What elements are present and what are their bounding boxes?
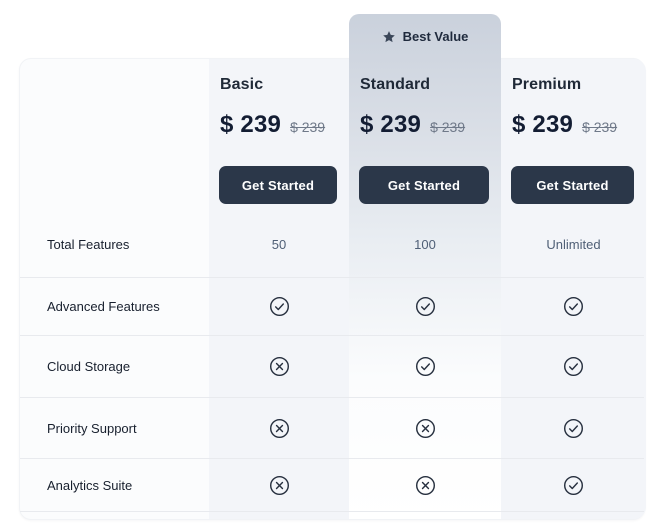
feature-value-standard: 100 [349, 237, 501, 252]
plan-name: Premium [512, 76, 581, 94]
get-started-button-standard[interactable]: Get Started [359, 166, 489, 204]
cross-circle-icon [269, 418, 290, 439]
plan-name: Basic [220, 76, 263, 94]
cross-circle-icon [269, 475, 290, 496]
plan-header-premium: Premium $ 239 $ 239 Get Started [501, 59, 646, 211]
feature-row-total-features: Total Features 50 100 Unlimited [20, 211, 644, 278]
best-value-badge: Best Value [349, 14, 501, 59]
check-circle-icon [415, 296, 436, 317]
plan-old-price: $ 239 [290, 119, 325, 135]
plan-price: $ 239 [220, 111, 281, 139]
plan-name: Standard [360, 76, 430, 94]
get-started-button-premium[interactable]: Get Started [511, 166, 634, 204]
check-circle-icon [563, 356, 584, 377]
plan-header-standard: Standard $ 239 $ 239 Get Started [349, 59, 501, 211]
feature-row-priority-support: Priority Support [20, 398, 644, 459]
feature-row-advanced-features: Advanced Features [20, 278, 644, 336]
feature-label: Total Features [20, 237, 209, 252]
star-icon [382, 30, 396, 44]
feature-value-basic: 50 [209, 237, 349, 252]
plan-header-basic: Basic $ 239 $ 239 Get Started [209, 59, 349, 211]
feature-label: Cloud Storage [20, 359, 209, 374]
plan-old-price: $ 239 [430, 119, 465, 135]
feature-label: Priority Support [20, 421, 209, 436]
pricing-page: Best Value Basic $ 239 $ 239 Get Started… [0, 0, 664, 531]
feature-value-premium: Unlimited [501, 237, 646, 252]
feature-row-cloud-storage: Cloud Storage [20, 336, 644, 398]
pricing-card: Best Value Basic $ 239 $ 239 Get Started… [19, 58, 645, 520]
cross-circle-icon [415, 475, 436, 496]
check-circle-icon [415, 356, 436, 377]
feature-label: Advanced Features [20, 299, 209, 314]
cross-circle-icon [269, 356, 290, 377]
check-circle-icon [563, 296, 584, 317]
plan-price: $ 239 [512, 111, 573, 139]
check-circle-icon [563, 418, 584, 439]
feature-table: Total Features 50 100 Unlimited Advanced… [20, 211, 644, 512]
best-value-label: Best Value [403, 29, 469, 44]
check-circle-icon [269, 296, 290, 317]
plan-old-price: $ 239 [582, 119, 617, 135]
plan-price: $ 239 [360, 111, 421, 139]
check-circle-icon [563, 475, 584, 496]
get-started-button-basic[interactable]: Get Started [219, 166, 337, 204]
feature-label: Analytics Suite [20, 478, 209, 493]
cross-circle-icon [415, 418, 436, 439]
feature-row-analytics-suite: Analytics Suite [20, 459, 644, 512]
